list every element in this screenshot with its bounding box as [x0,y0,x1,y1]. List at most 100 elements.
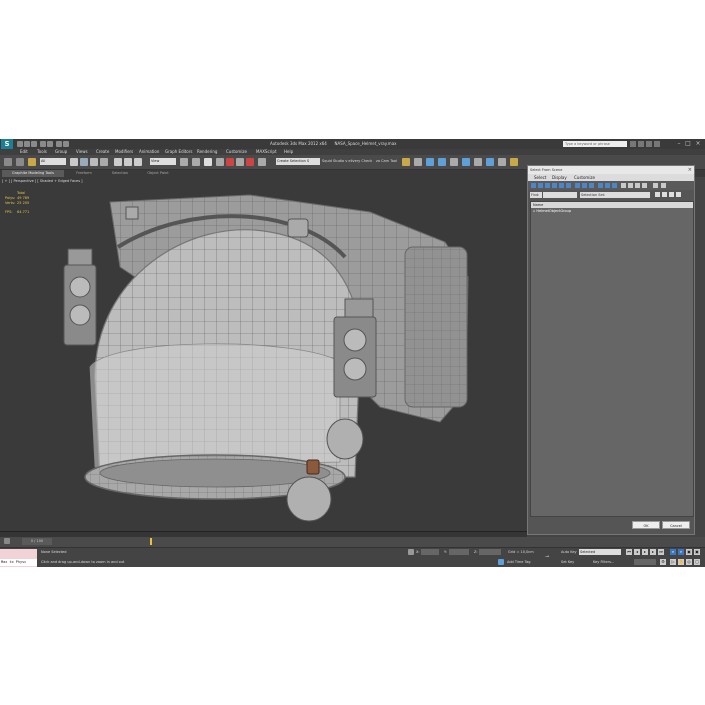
find-case-icon[interactable] [661,183,666,188]
current-frame-field[interactable] [634,559,656,565]
save-file-icon[interactable] [31,141,37,147]
ok-button[interactable]: OK [632,521,660,529]
time-config-icon[interactable]: ⚙ [660,559,666,565]
display-all-icon[interactable] [598,183,603,188]
binoculars-icon[interactable] [630,141,636,147]
curve-editor-icon[interactable] [450,158,458,166]
field-of-view-icon[interactable]: ▷ [670,559,676,565]
display-bones-icon[interactable] [589,183,594,188]
auto-key-button[interactable]: Auto Key [561,550,577,554]
y-coordinate-field[interactable] [449,549,469,555]
key-filters-button[interactable]: Key Filters... [593,560,614,564]
selection-set-new-icon[interactable] [676,192,681,197]
rendered-frame-icon[interactable] [498,158,506,166]
open-file-icon[interactable] [24,141,30,147]
z-coordinate-field[interactable] [479,549,501,555]
x-coordinate-field[interactable] [421,549,439,555]
star-icon[interactable] [646,141,652,147]
project-folder-icon[interactable] [56,141,62,147]
layers-icon[interactable] [635,183,640,188]
helmet-3d-model[interactable] [0,177,527,531]
search-input[interactable]: Type a keyword or phrase [563,141,627,147]
display-geometry-icon[interactable] [531,183,536,188]
snaps-toggle-icon[interactable] [216,158,224,166]
time-slider[interactable]: 0 / 100 [0,537,705,547]
display-shapes-icon[interactable] [538,183,543,188]
pivot-center-icon[interactable] [180,158,188,166]
select-by-name-icon[interactable] [80,158,88,166]
cancel-button[interactable]: Cancel [662,521,690,529]
display-cameras-icon[interactable] [552,183,557,188]
named-selection-dropdown[interactable]: Create Selection S [276,158,320,165]
play-icon[interactable]: ▸ [642,549,648,555]
mirror-icon[interactable] [402,158,410,166]
selection-set-save-icon[interactable] [662,192,667,197]
freeze-icon[interactable] [642,183,647,188]
sync-selection-icon[interactable] [621,183,626,188]
spinner-snap-icon[interactable] [246,158,254,166]
find-input[interactable] [543,192,577,198]
keyboard-shortcut-icon[interactable] [204,158,212,166]
display-lights-icon[interactable] [545,183,550,188]
angle-snap-icon[interactable] [226,158,234,166]
display-space-warps-icon[interactable] [566,183,571,188]
set-key-button[interactable]: Set Key [561,560,574,564]
time-tag-icon[interactable] [498,559,504,565]
window-crossing-icon[interactable] [100,158,108,166]
next-frame-icon[interactable]: ▸ [650,549,656,555]
cam-tool-button[interactable]: zo Cam Tool [376,159,397,163]
dialog-title[interactable]: Select From Scene × [528,166,694,174]
tab-graphite-modeling-tools[interactable]: Graphite Modeling Tools [2,170,64,177]
time-slider-handle[interactable]: 0 / 100 [22,538,52,545]
app-logo-button[interactable]: S [1,139,13,149]
display-xrefs-icon[interactable] [582,183,587,188]
studio-check-button[interactable]: Squid Studio v elivery Check [322,159,372,163]
minimize-button[interactable]: – [675,140,683,148]
maximize-button[interactable]: □ [684,140,692,148]
select-object-icon[interactable] [70,158,78,166]
mini-curve-editor-icon[interactable] [4,538,10,544]
tab-object-paint[interactable]: Object Paint [138,170,178,177]
move-icon[interactable] [114,158,122,166]
dialog-menu-select[interactable]: Select [534,174,546,181]
dialog-close-icon[interactable]: × [688,166,692,174]
percent-snap-icon[interactable] [236,158,244,166]
scale-icon[interactable] [134,158,142,166]
quick-access-dropdown-icon[interactable] [63,141,69,147]
undo-tool-icon[interactable] [4,158,12,166]
maximize-viewport-icon[interactable]: ▢ [694,559,700,565]
maxscript-input[interactable]: Max to Physc [0,559,37,566]
align-icon[interactable] [414,158,422,166]
selection-filter-dropdown[interactable]: All [40,158,66,165]
rotate-icon[interactable] [124,158,132,166]
tab-selection[interactable]: Selection [102,170,138,177]
edit-named-selection-icon[interactable] [258,158,266,166]
selection-set-dropdown[interactable]: Selection Set: [580,192,650,198]
lock-selection-icon[interactable] [408,549,414,555]
selection-set-delete-icon[interactable] [669,192,674,197]
display-groups-icon[interactable] [575,183,580,188]
help-icon[interactable] [654,141,660,147]
viewport-label[interactable]: [ + ] [ Perspective ] [ Shaded + Edged F… [2,179,83,183]
redo-icon[interactable] [47,141,53,147]
add-time-tag-button[interactable]: Add Time Tag [507,560,531,564]
maxscript-listener[interactable]: Max to Physc [0,549,37,567]
new-file-icon[interactable] [17,141,23,147]
dialog-menu-customize[interactable]: Customize [574,174,595,181]
graphite-toggle-icon[interactable] [438,158,446,166]
display-helpers-icon[interactable] [559,183,564,188]
orbit-icon[interactable]: ◎ [686,559,692,565]
reference-coordinate-dropdown[interactable]: View [150,158,176,165]
scene-object-list[interactable]: Name ⌂ HelmetObjectGroup [530,201,694,517]
zoom-all-icon[interactable]: ⌕ [678,549,684,555]
previous-frame-icon[interactable]: ◂ [634,549,640,555]
pan-icon[interactable]: ✋ [678,559,684,565]
bind-space-warp-icon[interactable] [28,158,36,166]
go-to-start-icon[interactable]: ⏮ [626,549,632,555]
schematic-view-icon[interactable] [462,158,470,166]
hierarchy-icon[interactable] [628,183,633,188]
zoom-icon[interactable]: ⌕ [670,549,676,555]
rectangular-selection-icon[interactable] [90,158,98,166]
link-icon[interactable] [16,158,24,166]
list-item[interactable]: ⌂ HelmetObjectGroup [533,209,571,214]
